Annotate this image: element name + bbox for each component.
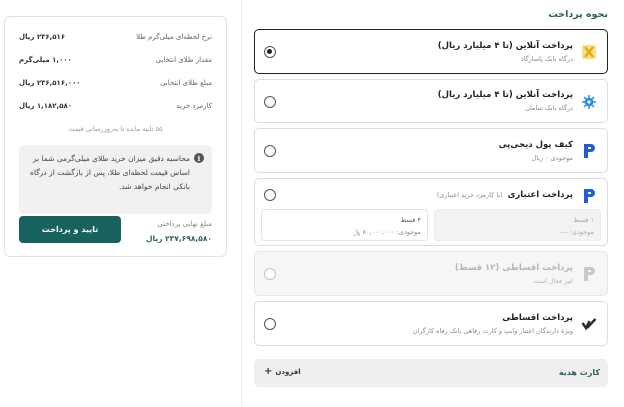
price-refresh-timer: ۵۵ ثانیه مانده تا به‌روزرسانی قیمت bbox=[68, 125, 163, 133]
plan-label: ۱ قسط bbox=[573, 216, 594, 224]
gift-card-label: کارت هدیه bbox=[558, 368, 600, 377]
summary-value: ۲۳۶,۵۱۶ ریال bbox=[19, 33, 66, 41]
confirm-and-pay-button[interactable]: تایید و پرداخت bbox=[19, 216, 121, 243]
info-icon: i bbox=[194, 153, 204, 163]
add-gift-card-button[interactable]: + افزودن bbox=[264, 367, 301, 377]
summary-row-gold-amount: مقدار طلای انتخابی ۱,۰۰۰ میلی‌گرم bbox=[19, 56, 212, 68]
digipay-icon bbox=[580, 187, 598, 205]
option-title: پرداخت اعتباری (با کارمزد خرید اعتباری) bbox=[437, 190, 573, 200]
summary-label: مقدار طلای انتخابی bbox=[155, 56, 212, 64]
radio-button[interactable] bbox=[264, 46, 276, 58]
payment-option-saman[interactable]: پرداخت آنلاین (تا ۴ میلیارد ریال) درگاه … bbox=[254, 79, 608, 123]
order-summary-card: نرخ لحظه‌ای میلی‌گرم طلا ۲۳۶,۵۱۶ ریال مق… bbox=[4, 16, 227, 257]
digipay-icon bbox=[580, 142, 598, 160]
option-subtitle: درگاه بانک سامان bbox=[525, 104, 573, 112]
plan-balance: موجودی: ۸۰,۰۰۰,۰۰۰ ﷼ bbox=[353, 228, 421, 236]
payment-option-credit[interactable]: پرداخت اعتباری (با کارمزد خرید اعتباری) … bbox=[254, 178, 608, 246]
info-note-text: محاسبه دقیق میزان خرید طلای میلی‌گرمی شم… bbox=[30, 154, 190, 191]
option-title: کیف پول دیجی‌پی bbox=[498, 140, 573, 150]
info-note: i محاسبه دقیق میزان خرید طلای میلی‌گرمی … bbox=[19, 145, 212, 214]
plan-label: ۴ قسط bbox=[400, 216, 421, 224]
add-gift-card-label: افزودن bbox=[275, 368, 301, 376]
radio-button[interactable] bbox=[264, 189, 276, 201]
final-amount-value: ۲۳۷,۶۹۸,۵۸۰ ریال bbox=[146, 234, 212, 243]
column-divider bbox=[241, 0, 242, 407]
payment-method-title: نحوه پرداخت bbox=[548, 9, 608, 20]
plan-balance: موجودی: --- bbox=[560, 228, 595, 236]
option-title: پرداخت آنلاین (تا ۴ میلیارد ریال) bbox=[437, 41, 573, 51]
radio-button bbox=[264, 268, 276, 280]
option-title-text: پرداخت اعتباری bbox=[507, 190, 573, 200]
summary-row-gold-rate: نرخ لحظه‌ای میلی‌گرم طلا ۲۳۶,۵۱۶ ریال bbox=[19, 33, 212, 45]
summary-value: ۱,۰۰۰ میلی‌گرم bbox=[19, 56, 72, 64]
summary-label: نرخ لحظه‌ای میلی‌گرم طلا bbox=[136, 33, 212, 41]
summary-row-gold-price: مبلغ طلای انتخابی ۲۳۶,۵۱۶,۰۰۰ ریال bbox=[19, 79, 212, 91]
summary-row-fee: کارمزد خرید ۱,۱۸۲,۵۸۰ ریال bbox=[19, 102, 212, 114]
option-subtitle: ویژهٔ دارندگان اعتبار وابپ و کارت رفاهی … bbox=[412, 327, 573, 335]
payment-option-pasargad[interactable]: پرداخت آنلاین (تا ۴ میلیارد ریال) درگاه … bbox=[254, 29, 608, 74]
option-title: پرداخت آنلاین (تا ۴ میلیارد ریال) bbox=[437, 90, 573, 100]
checkmark-brand-icon bbox=[580, 315, 598, 333]
option-title-note: (با کارمزد خرید اعتباری) bbox=[436, 191, 503, 199]
payment-option-installment[interactable]: پرداخت اقساطی ویژهٔ دارندگان اعتبار وابپ… bbox=[254, 301, 608, 346]
pasargad-bank-icon bbox=[580, 43, 598, 61]
gift-card-section[interactable]: کارت هدیه + افزودن bbox=[254, 359, 608, 387]
summary-label: مبلغ طلای انتخابی bbox=[159, 79, 212, 87]
digipay-icon bbox=[580, 265, 598, 283]
radio-button[interactable] bbox=[264, 145, 276, 157]
option-title: پرداخت اقساطی bbox=[502, 313, 573, 323]
radio-button[interactable] bbox=[264, 96, 276, 108]
summary-label: کارمزد خرید bbox=[176, 102, 212, 110]
plan-four-installments[interactable]: ۴ قسط موجودی: ۸۰,۰۰۰,۰۰۰ ﷼ bbox=[261, 209, 428, 241]
plan-one-installment[interactable]: ۱ قسط موجودی: --- bbox=[434, 209, 601, 241]
payment-option-installment-12: پرداخت اقساطی (۱۲ قسط) غیر فعال است bbox=[254, 251, 608, 296]
summary-value: ۱,۱۸۲,۵۸۰ ریال bbox=[19, 102, 73, 110]
option-subtitle: موجودی ۰ ریال bbox=[531, 154, 573, 162]
option-subtitle: غیر فعال است bbox=[533, 277, 573, 285]
final-amount-label: مبلغ نهایی پرداختی bbox=[157, 220, 212, 228]
plus-icon: + bbox=[264, 366, 273, 377]
option-title: پرداخت اقساطی (۱۲ قسط) bbox=[454, 263, 573, 273]
saman-bank-icon bbox=[580, 93, 598, 111]
payment-option-digipay-wallet[interactable]: کیف پول دیجی‌پی موجودی ۰ ریال bbox=[254, 128, 608, 173]
radio-button[interactable] bbox=[264, 318, 276, 330]
summary-value: ۲۳۶,۵۱۶,۰۰۰ ریال bbox=[19, 79, 81, 87]
option-subtitle: درگاه بانک پاسارگاد bbox=[520, 55, 573, 63]
